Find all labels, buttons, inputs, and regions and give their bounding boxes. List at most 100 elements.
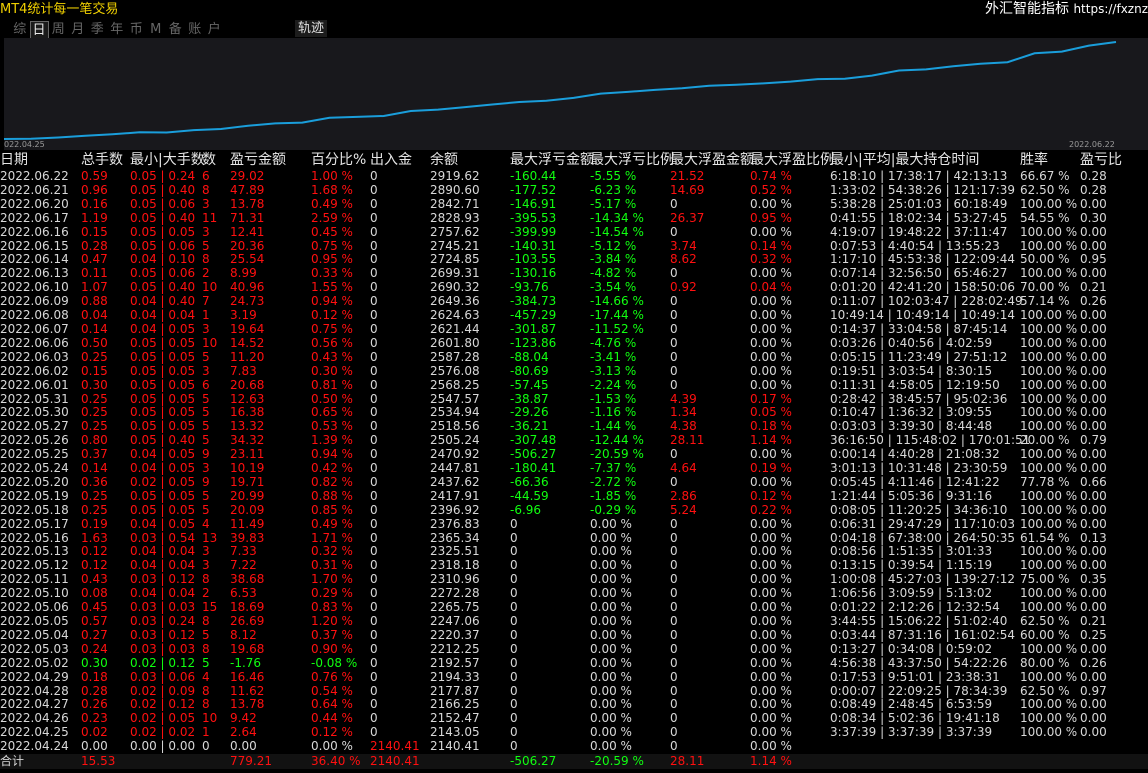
trade-count-cell: 7 [202,294,210,309]
col-header-4: 盈亏金额 [230,152,286,168]
percent-cell: 0.42 % [311,461,353,476]
tab-2[interactable]: 周 [49,21,69,39]
deposit-cell: 0 [370,210,378,225]
brand-url[interactable]: https://fxznz [1073,2,1148,16]
percent-cell: 0.65 % [311,405,353,420]
minmax-lots-cell: 0.05 | 0.06 [130,196,196,211]
hold-time-cell: 1:33:02 | 54:38:26 | 121:17:39 [830,182,1016,197]
trade-count-cell: 3 [202,196,210,211]
max-float-profit-pct-cell: 0.00 % [750,377,792,392]
table-row: 2022.06.02 0.15 0.05 | 0.05 3 7.83 0.30 % 0 257… [0,363,1148,379]
pl-ratio-cell: 0.00 [1080,558,1107,573]
deposit-cell: 0 [370,169,378,183]
pl-ratio-cell: 0.00 [1080,516,1107,531]
lots-cell: 0.02 [81,725,108,740]
win-rate-cell: 70.00 % [1020,280,1070,295]
trade-count-cell: 8 [202,641,210,656]
date-cell: 2022.05.19 [0,488,69,503]
max-float-profit-cell: 0 [670,614,678,628]
profit-cell: 19.68 [230,641,265,656]
pl-ratio-cell: 0.79 [1080,433,1107,448]
table-row: 2022.05.04 0.27 0.03 | 0.12 5 8.12 0.37 % 0 222… [0,627,1148,643]
profit-cell: 13.78 [230,697,265,712]
max-float-loss-pct-cell: -14.66 % [590,294,644,309]
hold-time-cell: 0:01:20 | 42:41:20 | 158:50:06 [830,280,1016,295]
tab-5[interactable]: 年 [107,21,127,39]
win-rate-cell: 62.50 % [1020,614,1070,628]
trade-count-cell: 9 [202,447,210,462]
trade-count-cell: 5 [202,627,210,642]
deposit-cell: 0 [370,474,378,489]
pl-ratio-cell: 0.00 [1080,363,1107,378]
tab-4[interactable]: 季 [88,21,108,39]
deposit-cell: 0 [370,627,378,642]
profit-cell: 7.83 [230,363,257,378]
col-header-7: 余额 [430,152,458,168]
max-float-loss-pct-cell: 0.00 % [590,655,632,670]
deposit-cell: 2140.41 [370,739,420,754]
max-float-loss-cell: -88.04 [510,349,549,364]
profit-cell: 24.73 [230,294,265,309]
max-float-loss-pct-cell: 0.00 % [590,600,632,615]
date-cell: 2022.06.06 [0,335,69,350]
max-float-profit-pct-cell: 0.52 % [750,182,792,197]
balance-cell: 2649.36 [430,294,480,309]
max-float-profit-cell: 26.37 [670,210,705,225]
brand-header[interactable]: 外汇智能指标 https://fxznz [985,0,1148,18]
max-float-profit-pct-cell: 0.00 % [750,683,792,698]
profit-cell: 12.63 [230,391,265,406]
profit-cell: 16.46 [230,669,265,684]
win-rate-cell: 100.00 % [1020,586,1078,601]
balance-cell: 2310.96 [430,572,480,587]
tab-10[interactable]: 户 [205,21,225,39]
track-button[interactable]: 轨迹 [295,20,328,37]
win-rate-cell: 100.00 % [1020,502,1078,517]
pl-ratio-cell: 0.00 [1080,725,1107,740]
col-header-9: 最大浮亏比例 [590,152,674,168]
minmax-lots-cell: 0.04 | 0.05 [130,461,196,476]
deposit-cell: 0 [370,252,378,267]
lots-cell: 0.28 [81,683,108,698]
tab-3[interactable]: 月 [68,21,88,39]
tab-6[interactable]: 币 [127,21,147,39]
hold-time-cell: 0:10:47 | 1:36:32 | 3:09:55 [830,405,993,420]
max-float-loss-pct-cell: 0.00 % [590,614,632,628]
max-float-loss-cell: 0 [510,614,518,628]
minmax-lots-cell: 0.04 | 0.05 [130,447,196,462]
percent-cell: 0.37 % [311,627,353,642]
deposit-cell: 0 [370,419,378,434]
balance-cell: 2365.34 [430,530,480,545]
period-tabs: 综日周月季年币M备账户 [10,21,224,39]
max-float-profit-pct-cell: 0.00 % [750,474,792,489]
hold-time-cell: 10:49:14 | 10:49:14 | 10:49:14 [830,308,1016,323]
trade-count-cell: 5 [202,433,210,448]
tab-7[interactable]: M [146,21,166,39]
table-row: 2022.06.06 0.50 0.05 | 0.05 10 14.52 0.56 % 0 2… [0,335,1148,351]
win-rate-cell: 100.00 % [1020,669,1078,684]
date-cell: 2022.06.16 [0,224,69,239]
tab-1[interactable]: 日 [29,21,49,39]
max-float-profit-cell: 0 [670,224,678,239]
hold-time-cell: 0:11:07 | 102:03:47 | 228:02:49 [830,294,1023,309]
tab-8[interactable]: 备 [166,21,186,39]
tab-9[interactable]: 账 [185,21,205,39]
max-float-loss-cell: 0 [510,558,518,573]
percent-cell: 0.75 % [311,238,353,253]
minmax-lots-cell: 0.03 | 0.06 [130,669,196,684]
max-float-profit-pct-cell: 0.00 % [750,711,792,726]
minmax-lots-cell: 0.04 | 0.04 [130,308,196,323]
tab-0[interactable]: 综 [10,21,30,39]
hold-time-cell: 0:41:55 | 18:02:34 | 53:27:45 [830,210,1008,225]
minmax-lots-cell: 0.02 | 0.05 [130,474,196,489]
lots-cell: 0.11 [81,266,108,281]
date-cell: 2022.05.02 [0,655,69,670]
win-rate-cell: 100.00 % [1020,196,1078,211]
pl-ratio-cell: 0.00 [1080,600,1107,615]
date-cell: 2022.05.06 [0,600,69,615]
col-header-11: 最大浮盈比例 [750,152,834,168]
table-row: 2022.05.17 0.19 0.04 | 0.05 4 11.49 0.49 % 0 23… [0,516,1148,532]
balance-cell: 2576.08 [430,363,480,378]
totals-io: 2140.41 [370,754,420,769]
max-float-profit-pct-cell: 0.00 % [750,572,792,587]
balance-cell: 2470.92 [430,447,480,462]
